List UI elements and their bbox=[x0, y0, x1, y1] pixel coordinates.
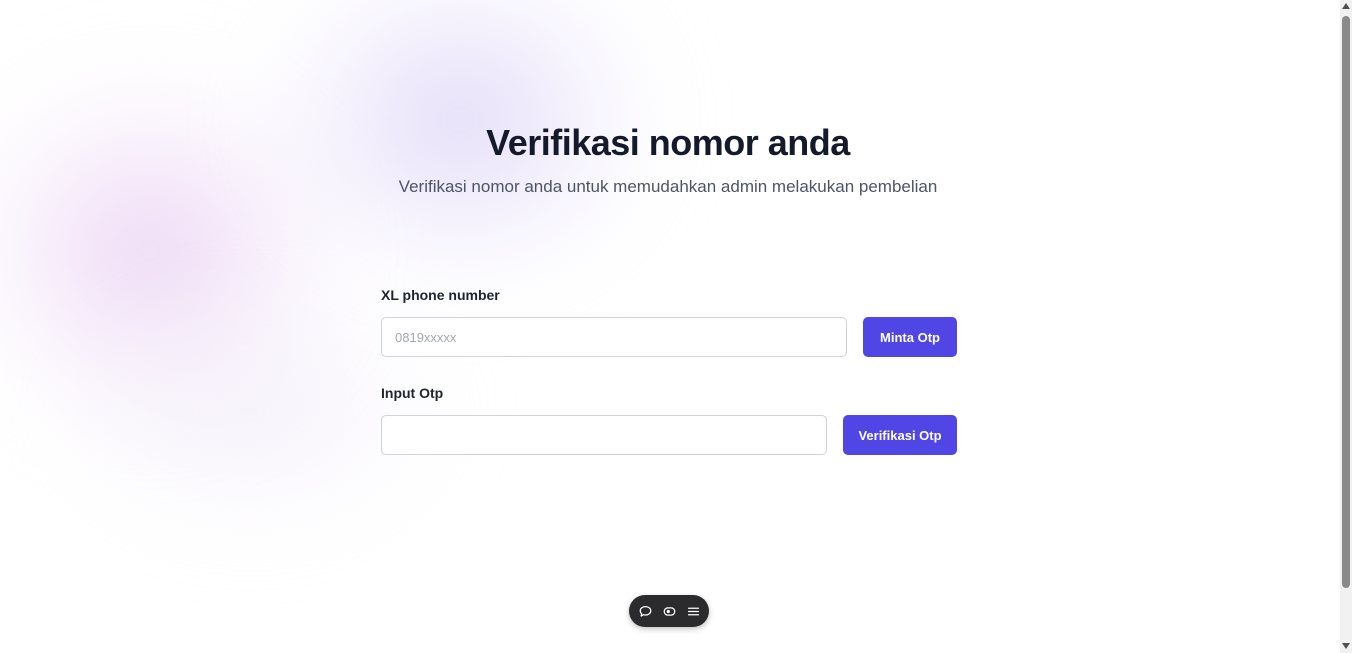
scroll-down-arrow-icon[interactable] bbox=[1342, 642, 1350, 650]
scrollbar-thumb[interactable] bbox=[1342, 16, 1350, 588]
background-gradient-pink bbox=[0, 60, 360, 440]
request-otp-button[interactable]: Minta Otp bbox=[863, 317, 957, 357]
otp-input[interactable] bbox=[381, 415, 827, 455]
scroll-up-arrow-icon[interactable] bbox=[1342, 2, 1350, 10]
phone-number-label: XL phone number bbox=[381, 287, 500, 303]
page-subtitle: Verifikasi nomor anda untuk memudahkan a… bbox=[398, 177, 938, 196]
vertical-scrollbar[interactable] bbox=[1340, 0, 1352, 653]
menu-icon[interactable] bbox=[685, 603, 701, 619]
chat-icon[interactable] bbox=[637, 603, 653, 619]
phone-number-input[interactable] bbox=[381, 317, 847, 357]
page: Verifikasi nomor anda Verifikasi nomor a… bbox=[0, 0, 1340, 653]
verify-otp-button[interactable]: Verifikasi Otp bbox=[843, 415, 957, 455]
eye-toggle-icon[interactable] bbox=[661, 603, 677, 619]
otp-label: Input Otp bbox=[381, 385, 444, 401]
floating-toolbar bbox=[629, 595, 709, 627]
page-title: Verifikasi nomor anda bbox=[486, 122, 850, 163]
